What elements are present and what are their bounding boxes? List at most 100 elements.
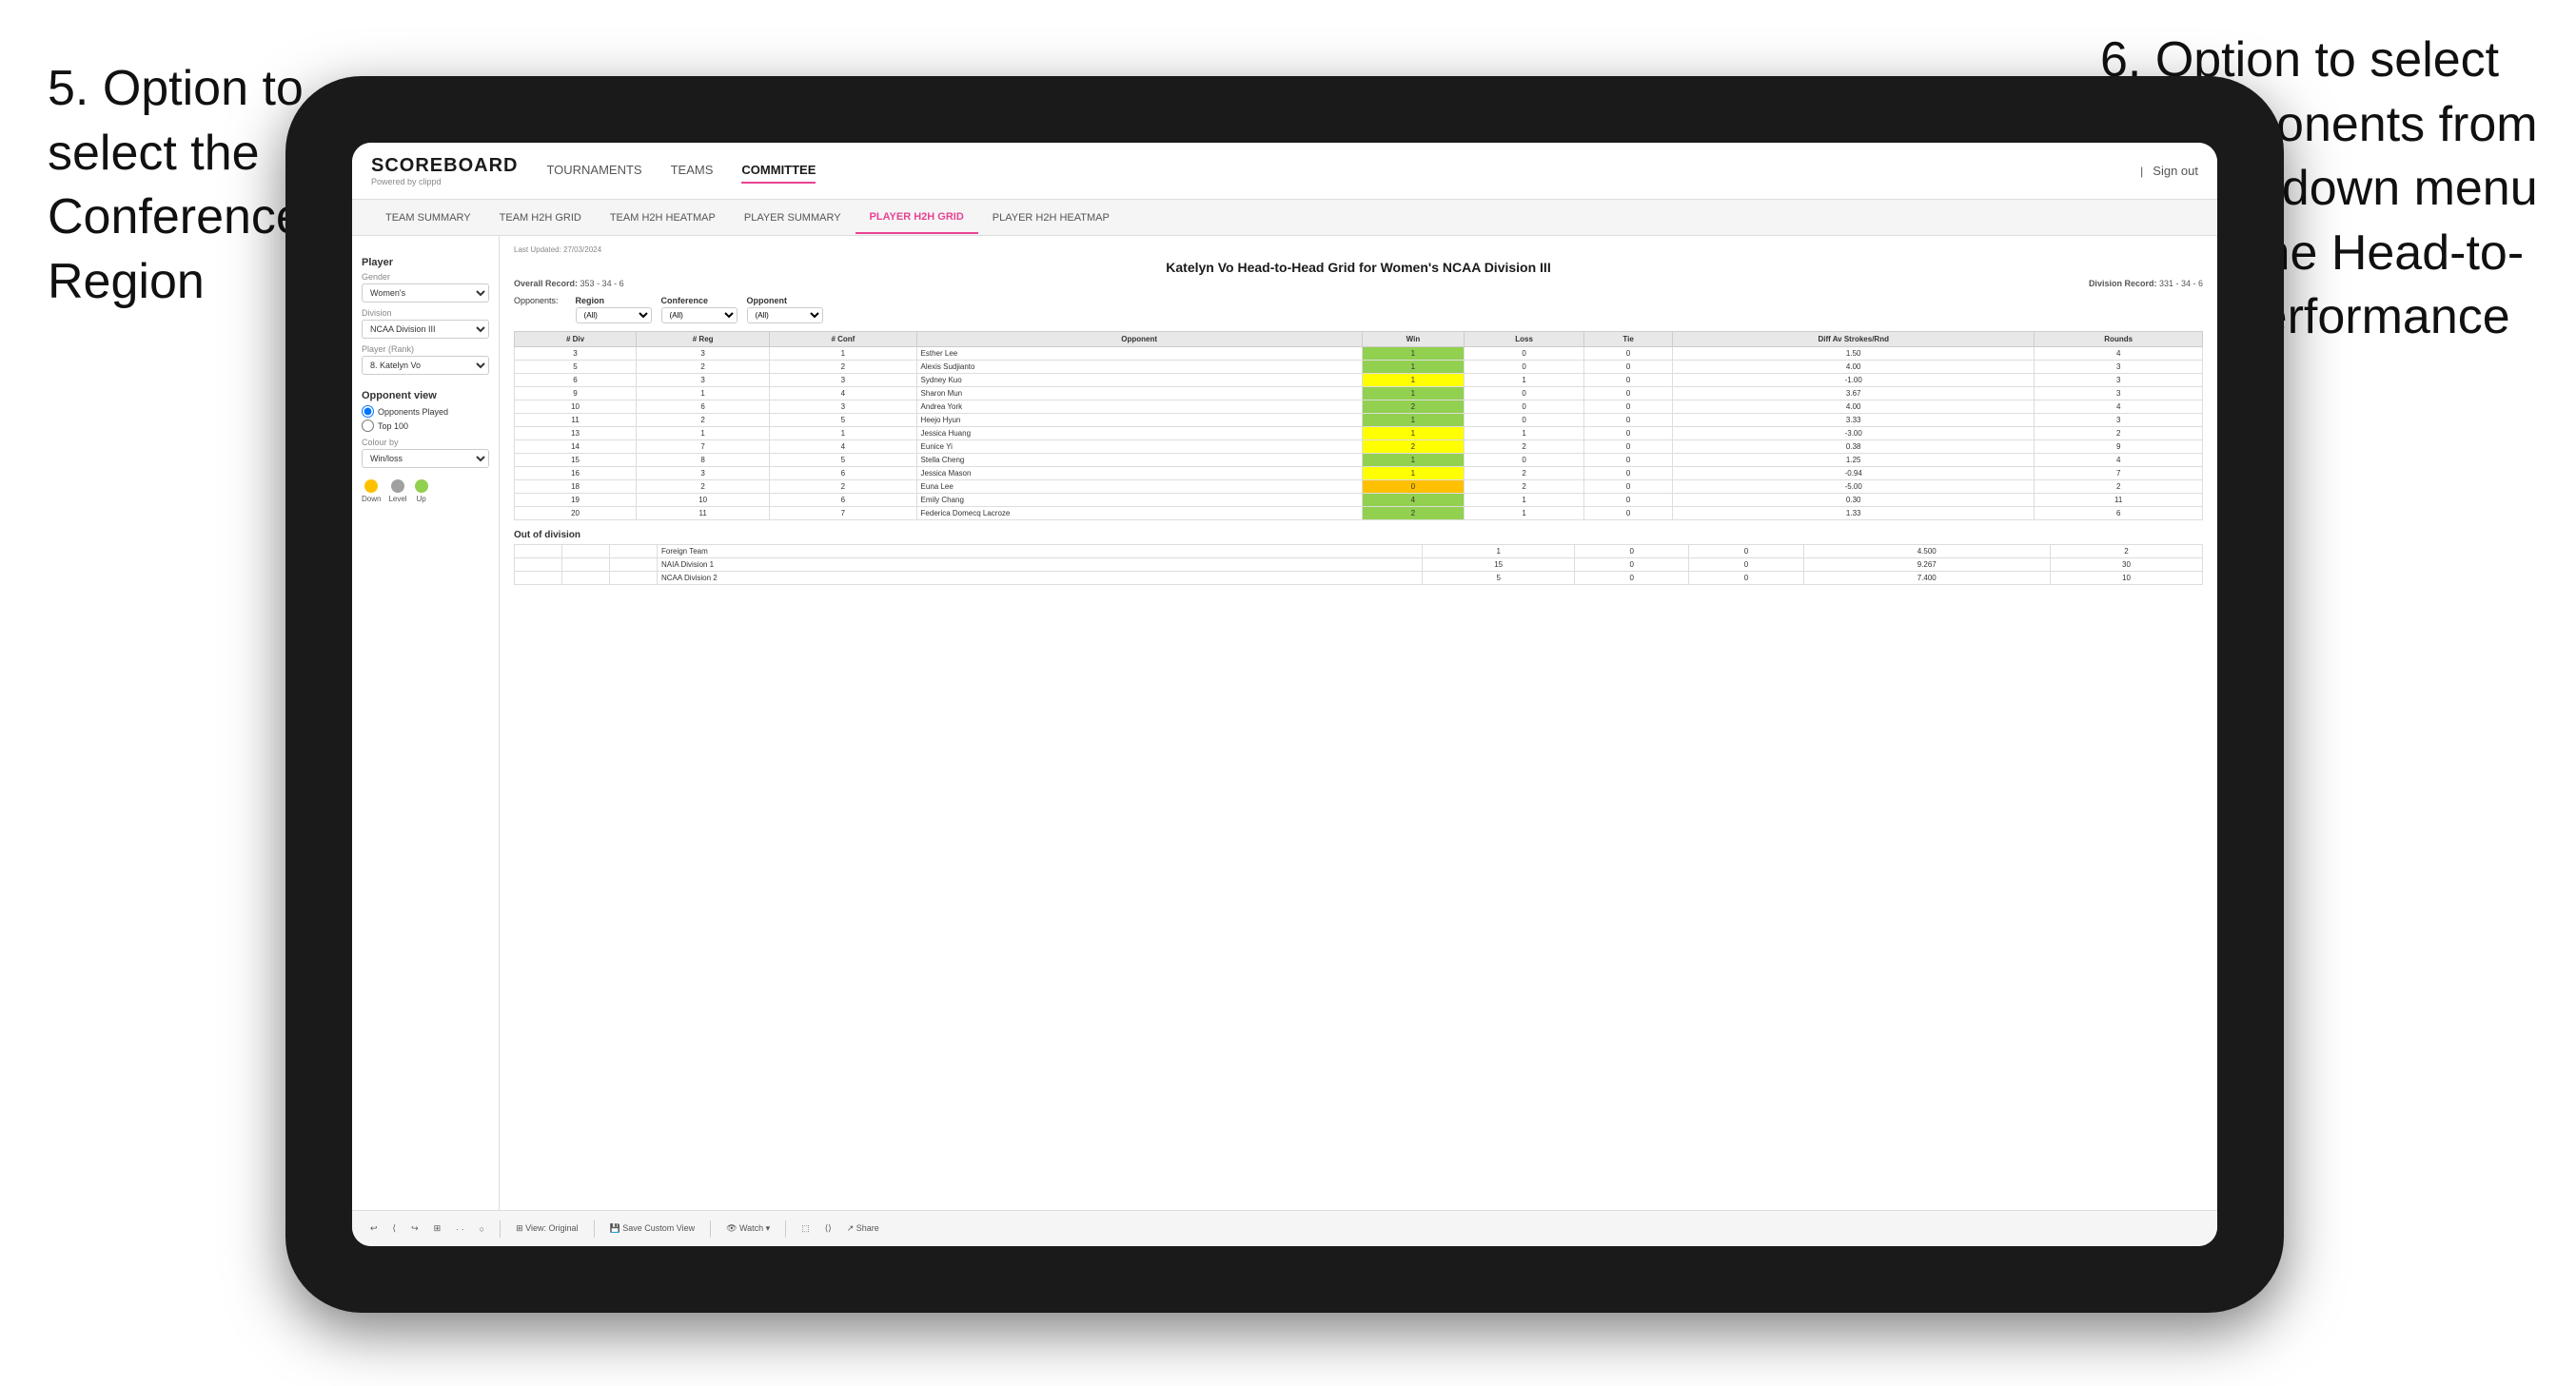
cell-loss: 0 (1465, 347, 1584, 361)
sub-nav-player-h2h-grid[interactable]: PLAYER H2H GRID (855, 202, 978, 234)
ood-cell-diff: 7.400 (1803, 572, 2050, 585)
cell-reg: 2 (637, 414, 770, 427)
opponent-filter-title: Opponent (747, 296, 823, 305)
cell-diff: 4.00 (1673, 361, 2035, 374)
cell-diff: 4.00 (1673, 400, 2035, 414)
cell-reg: 2 (637, 361, 770, 374)
cell-reg: 10 (637, 494, 770, 507)
cell-reg: 6 (637, 400, 770, 414)
cell-tie: 0 (1584, 374, 1673, 387)
color-label-level: Level (388, 495, 406, 503)
cell-div: 15 (515, 454, 637, 467)
cell-conf: 3 (770, 374, 916, 387)
region-filter-title: Region (576, 296, 652, 305)
cell-rounds: 6 (2035, 507, 2203, 520)
filter-opponent: Opponent (All) (747, 296, 823, 323)
sidebar-player-rank-select[interactable]: 8. Katelyn Vo (362, 356, 489, 375)
table-row: 6 3 3 Sydney Kuo 1 1 0 -1.00 3 (515, 374, 2203, 387)
toolbar-view-original[interactable]: ⊞ View: Original (512, 1221, 581, 1236)
toolbar-redo[interactable]: ↪ (407, 1221, 423, 1236)
cell-conf: 4 (770, 387, 916, 400)
cell-conf: 3 (770, 400, 916, 414)
sub-nav-team-h2h-grid[interactable]: TEAM H2H GRID (485, 203, 596, 233)
sidebar-player-label: Player (362, 257, 489, 268)
cell-tie: 0 (1584, 427, 1673, 440)
toolbar-share[interactable]: ↗ Share (843, 1221, 883, 1236)
cell-opponent: Jessica Huang (916, 427, 1362, 440)
cell-opponent: Federica Domecq Lacroze (916, 507, 1362, 520)
cell-rounds: 3 (2035, 387, 2203, 400)
radio-opponents-played[interactable]: Opponents Played (362, 405, 489, 418)
cell-conf: 7 (770, 507, 916, 520)
sidebar-opponent-view-label: Opponent view (362, 390, 489, 401)
sidebar-gender-select[interactable]: Women's (362, 283, 489, 303)
conference-select[interactable]: (All) (661, 307, 737, 323)
cell-diff: 3.33 (1673, 414, 2035, 427)
cell-diff: -1.00 (1673, 374, 2035, 387)
cell-conf: 6 (770, 467, 916, 480)
toolbar-undo[interactable]: ↩ (366, 1221, 382, 1236)
table-row: 19 10 6 Emily Chang 4 1 0 0.30 11 (515, 494, 2203, 507)
cell-conf: 1 (770, 347, 916, 361)
main-nav: TOURNAMENTS TEAMS COMMITTEE (546, 158, 2140, 184)
opponent-select[interactable]: (All) (747, 307, 823, 323)
last-updated: Last Updated: 27/03/2024 (514, 245, 2203, 254)
cell-conf: 2 (770, 480, 916, 494)
th-diff: Diff Av Strokes/Rnd (1673, 332, 2035, 347)
sub-nav-player-h2h-heatmap[interactable]: PLAYER H2H HEATMAP (978, 203, 1124, 233)
overall-record: Overall Record: 353 - 34 - 6 (514, 279, 624, 288)
nav-tournaments[interactable]: TOURNAMENTS (546, 158, 641, 184)
nav-committee[interactable]: COMMITTEE (741, 158, 816, 184)
ood-cell-win: 5 (1423, 572, 1575, 585)
cell-div: 9 (515, 387, 637, 400)
toolbar-layout[interactable]: ⬚ (797, 1221, 814, 1236)
sub-nav-team-summary[interactable]: TEAM SUMMARY (371, 203, 485, 233)
toolbar-watch[interactable]: 👁 Watch ▾ (722, 1221, 774, 1236)
toolbar-divider-4 (785, 1220, 786, 1238)
cell-win: 1 (1362, 414, 1464, 427)
toolbar-code[interactable]: ⟨⟩ (821, 1221, 836, 1236)
division-record: Division Record: 331 - 34 - 6 (2089, 279, 2203, 288)
toolbar-back[interactable]: ⟨ (389, 1221, 401, 1236)
sidebar-division-select[interactable]: NCAA Division III (362, 320, 489, 339)
toolbar-grid[interactable]: ⊞ (430, 1221, 445, 1236)
th-div: # Div (515, 332, 637, 347)
ood-cell-loss: 0 (1575, 545, 1689, 558)
cell-diff: 1.33 (1673, 507, 2035, 520)
toolbar-dot[interactable]: · · (452, 1222, 468, 1236)
cell-tie: 0 (1584, 440, 1673, 454)
radio-top100[interactable]: Top 100 (362, 420, 489, 432)
ood-cell-diff: 4.500 (1803, 545, 2050, 558)
cell-win: 4 (1362, 494, 1464, 507)
nav-teams[interactable]: TEAMS (671, 158, 714, 184)
sub-nav-player-summary[interactable]: PLAYER SUMMARY (730, 203, 855, 233)
sub-nav-team-h2h-heatmap[interactable]: TEAM H2H HEATMAP (596, 203, 730, 233)
cell-rounds: 2 (2035, 480, 2203, 494)
cell-reg: 8 (637, 454, 770, 467)
records-row: Overall Record: 353 - 34 - 6 Division Re… (514, 279, 2203, 288)
toolbar-save-custom[interactable]: 💾 Save Custom View (606, 1221, 699, 1236)
table-row: 5 2 2 Alexis Sudjianto 1 0 0 4.00 3 (515, 361, 2203, 374)
color-label-down: Down (362, 495, 381, 503)
cell-div: 10 (515, 400, 637, 414)
region-select[interactable]: (All) (576, 307, 652, 323)
ood-cell-loss: 0 (1575, 572, 1689, 585)
cell-div: 5 (515, 361, 637, 374)
cell-win: 1 (1362, 454, 1464, 467)
toolbar-circle[interactable]: ○ (476, 1222, 488, 1236)
color-dot-down (364, 479, 378, 493)
color-dot-up (415, 479, 428, 493)
main-data-table: # Div # Reg # Conf Opponent Win Loss Tie… (514, 331, 2203, 520)
cell-opponent: Sharon Mun (916, 387, 1362, 400)
sidebar-division-label: Division (362, 308, 489, 318)
sidebar-colour-by-select[interactable]: Win/loss (362, 449, 489, 468)
sign-out-link[interactable]: Sign out (2153, 159, 2198, 183)
cell-div: 16 (515, 467, 637, 480)
cell-rounds: 3 (2035, 374, 2203, 387)
table-row: 20 11 7 Federica Domecq Lacroze 2 1 0 1.… (515, 507, 2203, 520)
bottom-toolbar: ↩ ⟨ ↪ ⊞ · · ○ ⊞ View: Original 💾 Save Cu… (352, 1210, 2217, 1246)
sidebar-gender-label: Gender (362, 272, 489, 282)
conference-filter-title: Conference (661, 296, 737, 305)
cell-div: 6 (515, 374, 637, 387)
cell-tie: 0 (1584, 361, 1673, 374)
